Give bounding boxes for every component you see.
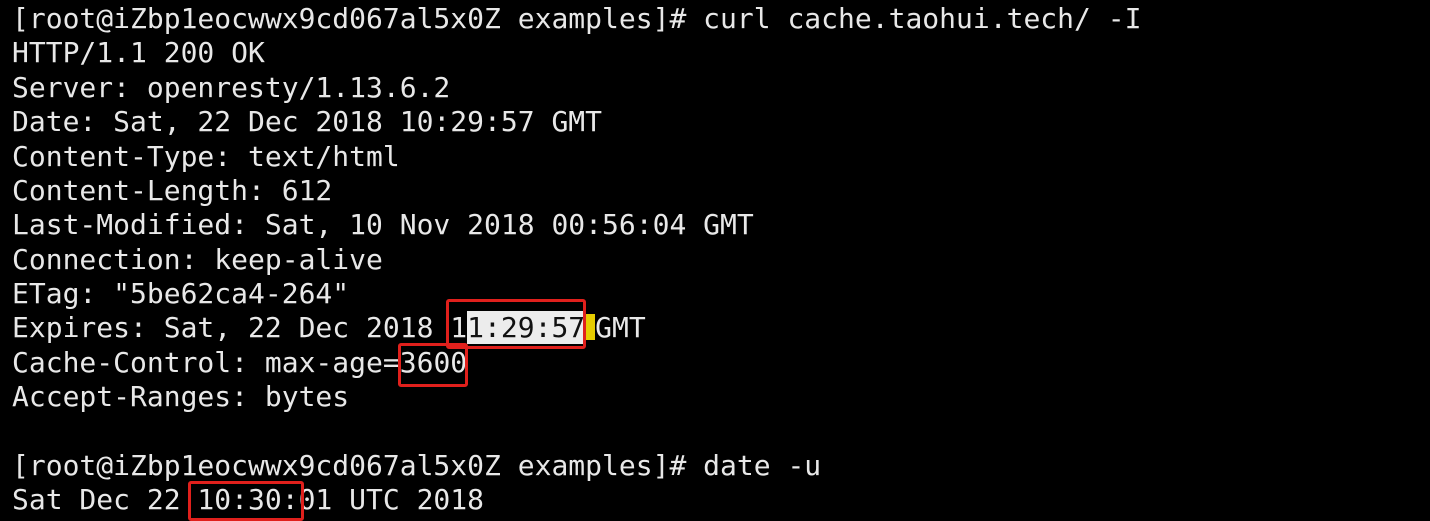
header-accept-ranges: Accept-Ranges: bytes bbox=[12, 380, 350, 413]
terminal-window[interactable]: [root@iZbp1eocwwx9cd067al5x0Z examples]#… bbox=[0, 0, 1430, 521]
highlight-box-max-age bbox=[398, 343, 468, 387]
http-status-line: HTTP/1.1 200 OK bbox=[12, 36, 265, 69]
command-prompt-date: [root@iZbp1eocwwx9cd067al5x0Z examples]#… bbox=[12, 449, 822, 482]
header-content-length: Content-Length: 612 bbox=[12, 174, 333, 207]
command-prompt-curl: [root@iZbp1eocwwx9cd067al5x0Z examples]#… bbox=[12, 2, 1142, 35]
highlight-box-current-time bbox=[188, 481, 304, 521]
header-connection: Connection: keep-alive bbox=[12, 243, 383, 276]
expires-suffix: GMT bbox=[595, 311, 646, 344]
header-last-modified: Last-Modified: Sat, 10 Nov 2018 00:56:04… bbox=[12, 208, 754, 241]
header-etag: ETag: "5be62ca4-264" bbox=[12, 277, 350, 310]
header-server: Server: openresty/1.13.6.2 bbox=[12, 71, 451, 104]
header-content-type: Content-Type: text/html bbox=[12, 140, 400, 173]
expires-prefix: Expires: Sat, 22 Dec 2018 1 bbox=[12, 311, 468, 344]
text-cursor bbox=[585, 314, 596, 340]
highlight-box-expires-time bbox=[446, 299, 586, 349]
cache-control-prefix: Cache-Control: max-age= bbox=[12, 346, 400, 379]
header-date: Date: Sat, 22 Dec 2018 10:29:57 GMT bbox=[12, 105, 603, 138]
